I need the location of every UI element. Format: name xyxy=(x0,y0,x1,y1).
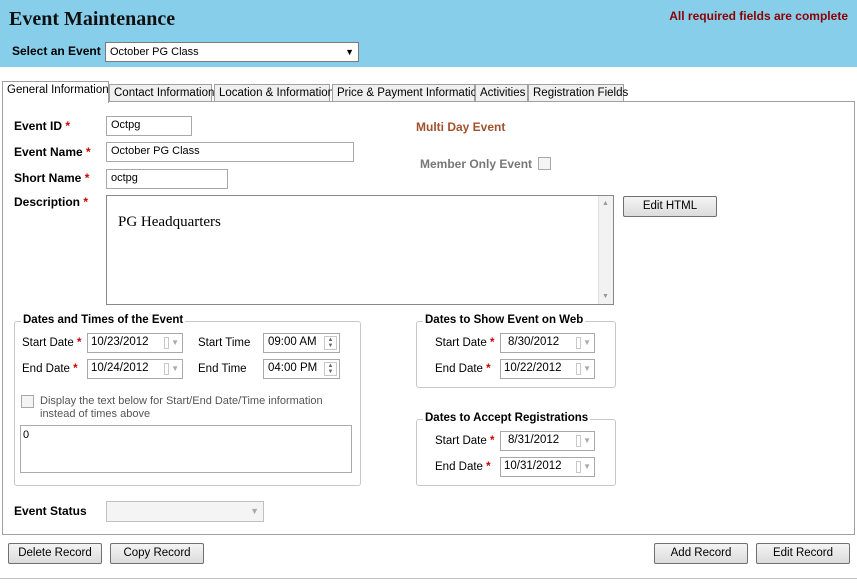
display-text-checkbox[interactable] xyxy=(21,395,34,408)
web-start-date-value: 8/30/2012 xyxy=(508,336,560,348)
edit-record-button[interactable]: Edit Record xyxy=(756,543,850,564)
end-time-field[interactable]: 04:00 PM ▲ ▼ xyxy=(263,359,340,379)
tab-label: Location & Information xyxy=(219,87,335,99)
web-end-date-label: End Date * xyxy=(435,363,491,375)
required-mark: * xyxy=(86,145,91,159)
tab-strip: General Information Contact Information … xyxy=(2,81,855,103)
description-label: Description * xyxy=(14,195,89,209)
required-mark: * xyxy=(83,195,89,209)
tab-label: Contact Information xyxy=(114,87,215,99)
event-end-date-value: 10/24/2012 xyxy=(91,362,149,374)
description-field[interactable]: PG Headquarters ▲ ▼ xyxy=(106,195,614,305)
display-text-label: Display the text below for Start/End Dat… xyxy=(40,395,323,420)
required-mark: * xyxy=(65,119,71,133)
required-mark: * xyxy=(84,171,90,185)
registration-start-date-label: Start Date * xyxy=(435,435,495,447)
tab-contact-information[interactable]: Contact Information xyxy=(109,84,215,102)
tab-activities[interactable]: Activities xyxy=(475,84,528,102)
registration-start-date-value: 8/31/2012 xyxy=(508,434,560,446)
web-dates-title: Dates to Show Event on Web xyxy=(423,314,586,326)
web-start-date-label: Start Date * xyxy=(435,337,495,349)
calendar-icon xyxy=(576,363,581,375)
tab-registration-fields[interactable]: Registration Fields xyxy=(528,84,628,102)
delete-record-button[interactable]: Delete Record xyxy=(8,543,102,564)
tab-label: Price & Payment Information xyxy=(337,87,484,99)
event-id-field[interactable]: Octpg xyxy=(106,116,192,136)
event-end-date-picker[interactable]: 10/24/2012 ▼ xyxy=(87,359,183,379)
select-event-label: Select an Event xyxy=(12,44,101,58)
registration-end-date-label: End Date * xyxy=(435,461,491,473)
scroll-down-icon[interactable]: ▼ xyxy=(602,293,609,300)
tab-label: General Information xyxy=(7,84,109,96)
required-mark: * xyxy=(489,435,495,447)
registration-end-date-picker[interactable]: 10/31/2012 ▼ xyxy=(500,457,595,477)
calendar-icon xyxy=(576,435,581,447)
tab-label: Activities xyxy=(480,87,526,99)
required-mark: * xyxy=(489,337,495,349)
event-start-date-value: 10/23/2012 xyxy=(91,336,149,348)
add-record-button[interactable]: Add Record xyxy=(654,543,748,564)
calendar-icon xyxy=(164,337,169,349)
member-only-label: Member Only Event xyxy=(420,157,533,171)
page-title: Event Maintenance xyxy=(9,8,176,30)
edit-html-button[interactable]: Edit HTML xyxy=(623,196,717,217)
web-start-date-picker[interactable]: 8/30/2012 ▼ xyxy=(500,333,595,353)
event-end-date-label: End Date * xyxy=(22,363,78,375)
chevron-down-icon: ▼ xyxy=(345,47,354,57)
required-mark: * xyxy=(486,461,491,473)
registration-start-date-picker[interactable]: 8/31/2012 ▼ xyxy=(500,431,595,451)
start-time-label: Start Time xyxy=(198,337,251,349)
event-dates-title: Dates and Times of the Event xyxy=(21,314,186,326)
event-status-dropdown[interactable]: ▼ xyxy=(106,501,264,522)
chevron-down-icon: ▼ xyxy=(171,338,179,347)
tab-price-payment-information[interactable]: Price & Payment Information xyxy=(332,84,483,102)
required-mark: * xyxy=(73,363,78,375)
registration-dates-title: Dates to Accept Registrations xyxy=(423,412,591,424)
tab-label: Registration Fields xyxy=(533,87,629,99)
start-time-field[interactable]: 09:00 AM ▲ ▼ xyxy=(263,333,340,353)
spinner-icon[interactable]: ▲ ▼ xyxy=(324,336,337,350)
event-select-dropdown[interactable]: October PG Class ▼ xyxy=(105,42,359,62)
description-scrollbar[interactable]: ▲ ▼ xyxy=(598,196,613,304)
description-text: PG Headquarters xyxy=(118,214,221,230)
required-mark: * xyxy=(76,337,82,349)
tab-location-information[interactable]: Location & Information xyxy=(214,84,334,102)
short-name-field[interactable]: octpg xyxy=(106,169,228,189)
event-id-label: Event ID * xyxy=(14,119,71,133)
web-end-date-value: 10/22/2012 xyxy=(504,362,562,374)
event-name-label: Event Name * xyxy=(14,145,91,159)
copy-record-button[interactable]: Copy Record xyxy=(110,543,204,564)
bottom-border xyxy=(0,578,857,579)
required-mark: * xyxy=(486,363,491,375)
multi-day-event-label: Multi Day Event xyxy=(416,120,506,134)
calendar-icon xyxy=(576,337,581,349)
start-time-value: 09:00 AM xyxy=(268,336,317,348)
event-select-value: October PG Class xyxy=(110,46,199,58)
chevron-down-icon: ▼ xyxy=(583,462,591,471)
short-name-label: Short Name * xyxy=(14,171,90,185)
end-time-label: End Time xyxy=(198,363,247,375)
tab-general-information[interactable]: General Information xyxy=(2,81,109,103)
event-start-date-picker[interactable]: 10/23/2012 ▼ xyxy=(87,333,183,353)
event-start-date-label: Start Date * xyxy=(22,337,82,349)
chevron-down-icon: ▼ xyxy=(583,338,591,347)
display-text-field[interactable]: 0 xyxy=(20,425,352,473)
end-time-value: 04:00 PM xyxy=(268,362,318,374)
event-status-label: Event Status xyxy=(14,504,87,518)
spinner-icon[interactable]: ▲ ▼ xyxy=(324,362,337,376)
registration-end-date-value: 10/31/2012 xyxy=(504,460,562,472)
chevron-down-icon: ▼ xyxy=(583,436,591,445)
chevron-down-icon: ▼ xyxy=(171,364,179,373)
scroll-up-icon[interactable]: ▲ xyxy=(602,200,609,207)
calendar-icon xyxy=(576,461,581,473)
calendar-icon xyxy=(164,363,169,375)
status-message: All required fields are complete xyxy=(669,9,848,23)
chevron-down-icon: ▼ xyxy=(583,364,591,373)
member-only-checkbox[interactable] xyxy=(538,157,551,170)
chevron-down-icon: ▼ xyxy=(250,506,259,516)
web-end-date-picker[interactable]: 10/22/2012 ▼ xyxy=(500,359,595,379)
header-bar: Event Maintenance All required fields ar… xyxy=(0,0,857,67)
event-name-field[interactable]: October PG Class xyxy=(106,142,354,162)
